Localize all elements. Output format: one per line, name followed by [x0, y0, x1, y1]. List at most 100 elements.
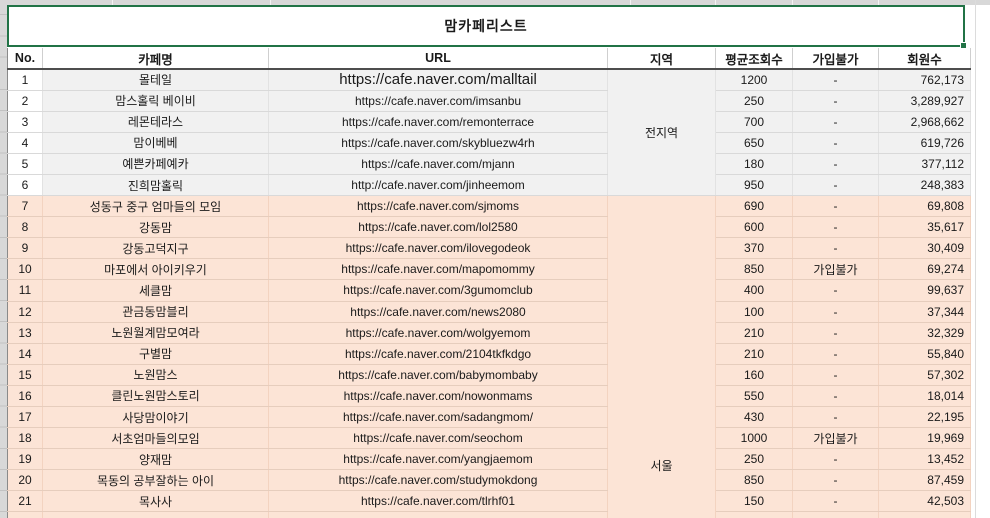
- cell-join-status[interactable]: -: [792, 216, 879, 239]
- cell-join-status[interactable]: 가입불가: [792, 427, 879, 450]
- cell-avg-views[interactable]: 850: [715, 469, 793, 492]
- cell-empty[interactable]: [878, 511, 971, 518]
- cell-no[interactable]: 11: [7, 279, 43, 302]
- cell-empty[interactable]: [42, 511, 269, 518]
- cell-avg-views[interactable]: 250: [715, 90, 793, 112]
- cell-cafe-name[interactable]: 레몬테라스: [42, 111, 269, 133]
- cell-cafe-name[interactable]: 클린노원맘스토리: [42, 385, 269, 408]
- cell-no[interactable]: 12: [7, 301, 43, 323]
- cell-no[interactable]: 10: [7, 258, 43, 281]
- cell-url[interactable]: https://cafe.naver.com/lol2580: [268, 216, 608, 239]
- cell-members[interactable]: 13,452: [878, 448, 971, 471]
- cell-no[interactable]: 15: [7, 364, 43, 386]
- cell-avg-views[interactable]: 210: [715, 322, 793, 344]
- cell-no[interactable]: 16: [7, 385, 43, 408]
- cell-url[interactable]: https://cafe.naver.com/sadangmom/: [268, 406, 608, 429]
- cell-members[interactable]: 619,726: [878, 132, 971, 154]
- cell-join-status[interactable]: -: [792, 448, 879, 471]
- cell-cafe-name[interactable]: 서초엄마들의모임: [42, 427, 269, 450]
- cell-cafe-name[interactable]: 몰테일: [42, 69, 269, 91]
- cell-url[interactable]: https://cafe.naver.com/sjmoms: [268, 195, 608, 218]
- cell-join-status[interactable]: -: [792, 153, 879, 175]
- cell-avg-views[interactable]: 700: [715, 111, 793, 133]
- cell-url[interactable]: https://cafe.naver.com/yangjaemom: [268, 448, 608, 471]
- cell-cafe-name[interactable]: 사당맘이야기: [42, 406, 269, 429]
- cell-members[interactable]: 99,637: [878, 279, 971, 302]
- cell-url[interactable]: https://cafe.naver.com/babymombaby: [268, 364, 608, 386]
- cell-cafe-name[interactable]: 마포에서 아이키우기: [42, 258, 269, 281]
- cell-members[interactable]: 87,459: [878, 469, 971, 492]
- cell-members[interactable]: 762,173: [878, 69, 971, 91]
- cell-members[interactable]: 248,383: [878, 174, 971, 197]
- col-header-views[interactable]: 평균조회수: [715, 48, 793, 70]
- cell-join-status[interactable]: -: [792, 343, 879, 365]
- cell-avg-views[interactable]: 690: [715, 195, 793, 218]
- cell-join-status[interactable]: -: [792, 174, 879, 197]
- cell-members[interactable]: 22,195: [878, 406, 971, 429]
- cell-members[interactable]: 2,968,662: [878, 111, 971, 133]
- cell-avg-views[interactable]: 850: [715, 258, 793, 281]
- cell-avg-views[interactable]: 160: [715, 364, 793, 386]
- cell-no[interactable]: 9: [7, 237, 43, 260]
- cell-url[interactable]: https://cafe.naver.com/seochom: [268, 427, 608, 450]
- cell-cafe-name[interactable]: 맘스홀릭 베이비: [42, 90, 269, 112]
- cell-join-status[interactable]: -: [792, 490, 879, 513]
- cell-cafe-name[interactable]: 진희맘홀릭: [42, 174, 269, 197]
- cell-join-status[interactable]: -: [792, 301, 879, 323]
- cell-join-status[interactable]: 가입불가: [792, 258, 879, 281]
- cell-members[interactable]: 42,503: [878, 490, 971, 513]
- cell-cafe-name[interactable]: 세클맘: [42, 279, 269, 302]
- cell-region-seoul[interactable]: 서울: [607, 195, 716, 518]
- title-cell[interactable]: 맘카페리스트: [7, 5, 967, 49]
- cell-avg-views[interactable]: 600: [715, 216, 793, 239]
- cell-avg-views[interactable]: 210: [715, 343, 793, 365]
- cell-url[interactable]: https://cafe.naver.com/ilovegodeok: [268, 237, 608, 260]
- cell-avg-views[interactable]: 180: [715, 153, 793, 175]
- cell-members[interactable]: 3,289,927: [878, 90, 971, 112]
- cell-no[interactable]: 1: [7, 69, 43, 91]
- col-header-name[interactable]: 카페명: [42, 48, 269, 70]
- cell-join-status[interactable]: -: [792, 90, 879, 112]
- cell-no[interactable]: 5: [7, 153, 43, 175]
- col-header-region[interactable]: 지역: [607, 48, 716, 70]
- col-header-join[interactable]: 가입불가: [792, 48, 879, 70]
- cell-avg-views[interactable]: 150: [715, 490, 793, 513]
- selection-fill-handle[interactable]: [960, 42, 967, 49]
- cell-region-all[interactable]: 전지역: [607, 69, 716, 197]
- cell-url[interactable]: https://cafe.naver.com/skybluezw4rh: [268, 132, 608, 154]
- cell-join-status[interactable]: -: [792, 385, 879, 408]
- cell-cafe-name[interactable]: 예쁜카페예카: [42, 153, 269, 175]
- cell-members[interactable]: 30,409: [878, 237, 971, 260]
- cell-members[interactable]: 37,344: [878, 301, 971, 323]
- cell-url[interactable]: https://cafe.naver.com/3gumomclub: [268, 279, 608, 302]
- cell-cafe-name[interactable]: 목동의 공부잘하는 아이: [42, 469, 269, 492]
- cell-no[interactable]: 7: [7, 195, 43, 218]
- cell-no[interactable]: 2: [7, 90, 43, 112]
- cell-cafe-name[interactable]: 맘이베베: [42, 132, 269, 154]
- cell-avg-views[interactable]: 950: [715, 174, 793, 197]
- cell-no[interactable]: 4: [7, 132, 43, 154]
- cell-url[interactable]: https://cafe.naver.com/imsanbu: [268, 90, 608, 112]
- cell-members[interactable]: 18,014: [878, 385, 971, 408]
- cell-url[interactable]: https://cafe.naver.com/news2080: [268, 301, 608, 323]
- cell-join-status[interactable]: -: [792, 195, 879, 218]
- cell-no[interactable]: 20: [7, 469, 43, 492]
- col-header-no[interactable]: No.: [7, 48, 43, 70]
- cell-no[interactable]: 6: [7, 174, 43, 197]
- cell-cafe-name[interactable]: 구별맘: [42, 343, 269, 365]
- cell-url[interactable]: https://cafe.naver.com/wolgyemom: [268, 322, 608, 344]
- cell-members[interactable]: 32,329: [878, 322, 971, 344]
- cell-empty[interactable]: [7, 511, 43, 518]
- cell-join-status[interactable]: -: [792, 322, 879, 344]
- cell-cafe-name[interactable]: 성동구 중구 엄마들의 모임: [42, 195, 269, 218]
- cell-url[interactable]: https://cafe.naver.com/nowonmams: [268, 385, 608, 408]
- cell-empty[interactable]: [715, 511, 793, 518]
- cell-url[interactable]: https://cafe.naver.com/mjann: [268, 153, 608, 175]
- cell-cafe-name[interactable]: 노원월계맘모여라: [42, 322, 269, 344]
- cell-avg-views[interactable]: 370: [715, 237, 793, 260]
- cell-no[interactable]: 8: [7, 216, 43, 239]
- cell-members[interactable]: 19,969: [878, 427, 971, 450]
- cell-url[interactable]: https://cafe.naver.com/studymokdong: [268, 469, 608, 492]
- cell-url[interactable]: https://cafe.naver.com/2104tkfkdgo: [268, 343, 608, 365]
- cell-members[interactable]: 69,808: [878, 195, 971, 218]
